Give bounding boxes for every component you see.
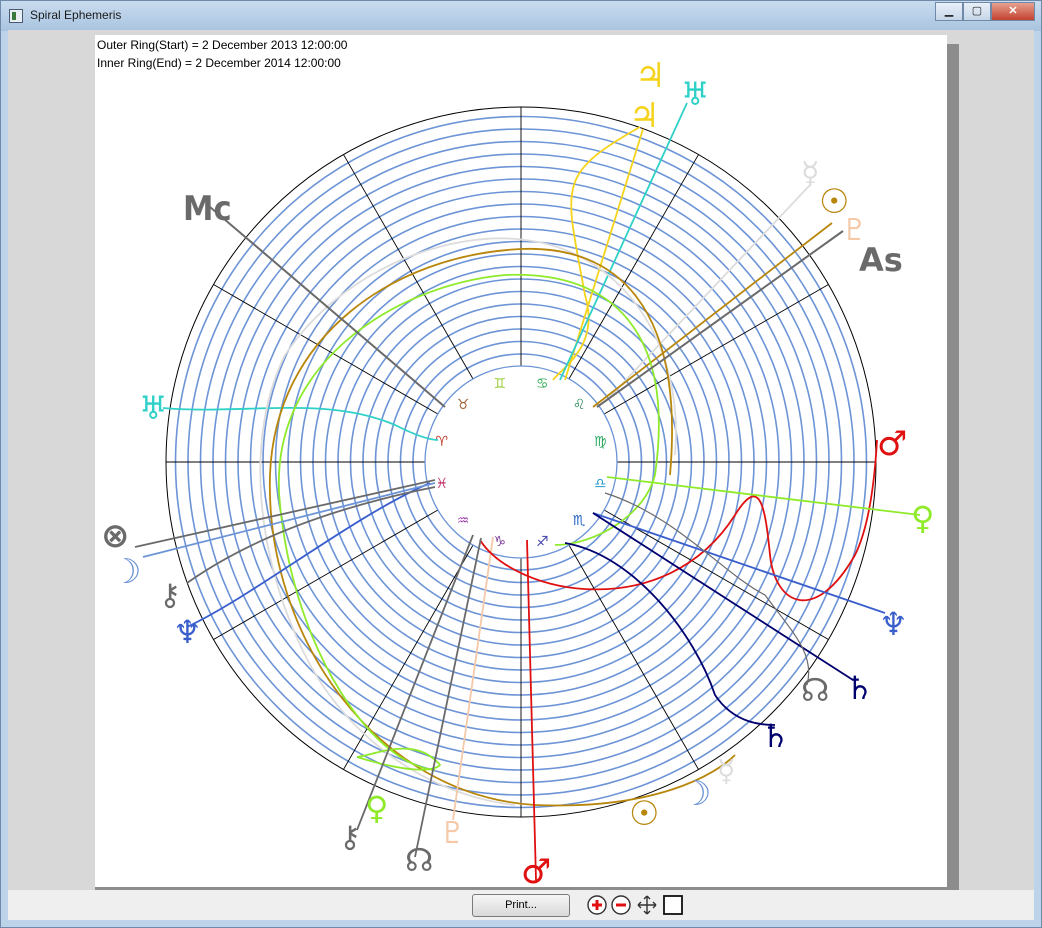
- minimize-button[interactable]: ▁: [935, 2, 963, 21]
- zodiac-sign-glyph: ♓: [436, 476, 449, 492]
- pluto-glyph-inner: ♇: [439, 816, 466, 851]
- zodiac-sign-glyph: ♋: [536, 376, 549, 392]
- spiral-ephemeris-chart: ♈ ♉ ♊ ♋ ♌ ♍ ♎ ♏ ♐ ♑ ♒ ♓ Mc As ♃ ♃ ♅ ♅ ☿ ☿ ☉ ☉ ♇ ♇ …: [101, 56, 934, 887]
- venus-glyph-outer: ♀: [911, 499, 934, 537]
- saturn-glyph-outer: ♄: [845, 669, 874, 707]
- zodiac-sign-glyph: ♒: [457, 513, 470, 529]
- chiron-glyph-outer: ⚷: [159, 578, 181, 613]
- window-controls: ▁ ▢ ✕: [935, 2, 1035, 21]
- zodiac-sign-glyph: ♌: [573, 397, 586, 413]
- mc-axis-line: [209, 206, 446, 408]
- zoom-in-icon[interactable]: [586, 894, 608, 916]
- neptune-track-outer: [592, 512, 886, 614]
- chiron-track-inner: [186, 486, 436, 584]
- close-button[interactable]: ✕: [991, 2, 1035, 21]
- print-button[interactable]: Print...: [472, 894, 570, 917]
- mars-glyph-outer: ♂: [877, 424, 907, 464]
- ephemeris-canvas[interactable]: Outer Ring(Start) = 2 December 2013 12:0…: [95, 35, 947, 887]
- neptune-glyph-inner: ♆: [173, 613, 202, 651]
- window-title: Spiral Ephemeris: [30, 8, 122, 22]
- pluto-glyph-outer: ♇: [841, 213, 868, 248]
- venus-glyph-inner: ♀: [365, 789, 388, 827]
- mars-track-line: [526, 539, 537, 881]
- zodiac-sign-glyph: ♉: [457, 397, 470, 413]
- jupiter-glyph-inner: ♃: [629, 96, 659, 136]
- zodiac-sign-glyph: ♈: [436, 434, 449, 450]
- zodiac-sign-glyph: ♑: [493, 534, 506, 550]
- app-icon: [9, 9, 23, 23]
- sun-glyph-inner: ☉: [629, 794, 659, 834]
- saturn-glyph-inner: ♄: [761, 717, 790, 755]
- inner-hub-circle: [424, 365, 618, 559]
- chiron-glyph-inner: ⚷: [339, 820, 361, 855]
- maximize-button[interactable]: ▢: [963, 2, 991, 21]
- moon-glyph-inner: ☽: [111, 552, 141, 592]
- uranus-glyph-outer: ♅: [681, 75, 710, 113]
- mercury-glyph-inner: ☿: [717, 754, 735, 789]
- zoom-out-icon[interactable]: [610, 894, 632, 916]
- jupiter-track-b: [552, 126, 641, 381]
- mc-label: Mc: [183, 189, 232, 229]
- moon-track: [142, 482, 436, 558]
- saturn-track-curve: [564, 542, 776, 726]
- jupiter-glyph-outer: ♃: [635, 56, 665, 96]
- neptune-glyph-outer: ♆: [879, 605, 908, 643]
- title-bar[interactable]: Spiral Ephemeris ▁ ▢ ✕: [1, 1, 1041, 31]
- mercury-glyph-outer: ☿: [801, 156, 819, 191]
- node-glyph-outer: ☊: [801, 671, 829, 709]
- fortune-glyph: ⊗: [101, 516, 130, 556]
- fit-view-icon[interactable]: [662, 894, 684, 916]
- zodiac-sign-glyph: ♎: [594, 476, 607, 492]
- pan-move-icon[interactable]: [636, 894, 658, 916]
- node-glyph-inner: ☊: [405, 841, 433, 879]
- zodiac-sign-glyph: ♏: [573, 513, 586, 529]
- zodiac-sign-glyph: ♊: [493, 376, 506, 392]
- uranus-glyph-inner: ♅: [139, 389, 168, 427]
- zodiac-sign-glyph: ♐: [536, 534, 549, 550]
- zodiac-sign-glyph: ♍: [594, 434, 607, 450]
- mars-glyph-inner: ♂: [521, 852, 551, 887]
- moon-glyph-outer: ☽: [681, 774, 711, 814]
